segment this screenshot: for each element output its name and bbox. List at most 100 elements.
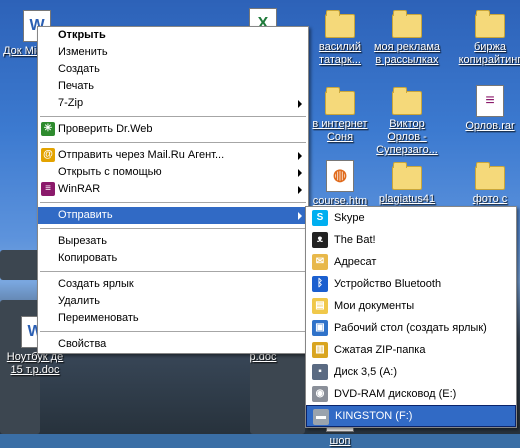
desktop-icon-firefox[interactable]: ◍ course.htm [305, 160, 375, 208]
winrar-icon: ≡ [41, 182, 55, 196]
desktop-icon-label: Орлов.rar [465, 120, 515, 132]
desktop-icon-folder[interactable]: фото с [455, 160, 520, 206]
desktop-icon-folder[interactable]: в интернет Соня [305, 85, 375, 144]
bluetooth-icon: ᛒ [312, 276, 328, 292]
dvd-drive-icon: ◉ [312, 386, 328, 402]
usb-drive-icon: ▬ [313, 409, 329, 425]
desktop-icon-rar[interactable]: ≡ Орлов.rar [455, 85, 520, 133]
send-to-item-dvd-ram-дисковод-e[interactable]: ◉ DVD-RAM дисковод (E:) [306, 383, 516, 405]
menu-item-label: Отправить через Mail.Ru Агент... [58, 149, 225, 161]
drweb-icon: ✳ [41, 122, 55, 136]
submenu-arrow-icon [298, 212, 302, 220]
desktop-icon-label: plagiatus41 [378, 193, 436, 205]
send-to-item-kingston-f[interactable]: ▬ KINGSTON (F:) [306, 405, 516, 427]
folder-icon [325, 10, 355, 38]
desktop-icon-label: моя реклама в рассылках [373, 41, 441, 66]
menu-item-label: Мои документы [334, 300, 415, 312]
context-menu-item-открыть[interactable]: Открыть [38, 27, 308, 44]
skype-icon: S [312, 210, 328, 226]
send-to-item-адресат[interactable]: ✉ Адресат [306, 251, 516, 273]
send-to-item-the-bat[interactable]: ᴥ The Bat! [306, 229, 516, 251]
context-menu: Открыть Изменить Создать Печать 7-Zip ✳ Провер… [37, 26, 309, 354]
send-to-item-мои-документы[interactable]: ▤ Мои документы [306, 295, 516, 317]
menu-separator [40, 116, 306, 117]
menu-item-label: Проверить Dr.Web [58, 123, 153, 135]
desktop-icon-folder[interactable]: plagiatus41 [372, 160, 442, 206]
submenu-arrow-icon [298, 100, 302, 108]
menu-item-label: Открыть [58, 29, 106, 41]
menu-item-label: Отправить [58, 209, 113, 221]
menu-item-label: Вырезать [58, 235, 107, 247]
desktop-icon-folder[interactable]: биржа копирайтинг [455, 8, 520, 67]
menu-item-label: KINGSTON (F:) [335, 410, 413, 422]
send-to-item-сжатая-zip-папка[interactable]: ▥ Сжатая ZIP-папка [306, 339, 516, 361]
menu-item-label: DVD-RAM дисковод (E:) [334, 388, 457, 400]
folder-icon [475, 10, 505, 38]
menu-item-label: Открыть с помощью [58, 166, 162, 178]
menu-item-label: 7-Zip [58, 97, 84, 109]
context-menu-item-отправить[interactable]: Отправить [38, 207, 308, 224]
floppy-icon: ▪ [312, 364, 328, 380]
context-menu-item-изменить[interactable]: Изменить [38, 44, 308, 61]
context-menu-item-winrar[interactable]: ≡ WinRAR [38, 181, 308, 198]
desktop-icon-label: Виктор Орлов - Суперзаго... [376, 118, 438, 156]
context-menu-item-удалить[interactable]: Удалить [38, 293, 308, 310]
menu-separator [40, 271, 306, 272]
context-menu-item-копировать[interactable]: Копировать [38, 250, 308, 267]
submenu-arrow-icon [298, 186, 302, 194]
menu-item-label: Создать ярлык [58, 278, 134, 290]
context-menu-item-свойства[interactable]: Свойства [38, 336, 308, 353]
desktop-icon-label: Ноутбук де 15 т.р.doc [6, 351, 64, 376]
context-menu-item-создать[interactable]: Создать [38, 61, 308, 78]
context-menu-item-7-zip[interactable]: 7-Zip [38, 95, 308, 112]
desktop-icon-label: шоп [329, 435, 351, 447]
menu-item-label: Изменить [58, 46, 108, 58]
menu-item-label: Переименовать [58, 312, 139, 324]
context-menu-item-печать[interactable]: Печать [38, 78, 308, 95]
firefox-file-icon: ◍ [326, 160, 354, 192]
menu-item-label: Сжатая ZIP-папка [334, 344, 426, 356]
folder-icon [392, 10, 422, 38]
menu-item-label: Устройство Bluetooth [334, 278, 442, 290]
menu-item-label: The Bat! [334, 234, 376, 246]
menu-separator [40, 142, 306, 143]
send-to-item-диск-3-5-a[interactable]: ▪ Диск 3,5 (A:) [306, 361, 516, 383]
folder-icon [325, 87, 355, 115]
desktop-icon-label: в интернет Соня [312, 118, 368, 143]
context-menu-item-создать-ярлык[interactable]: Создать ярлык [38, 276, 308, 293]
context-menu-item-проверить-dr-web[interactable]: ✳ Проверить Dr.Web [38, 121, 308, 138]
context-menu-item-открыть-с-помощью[interactable]: Открыть с помощью [38, 164, 308, 181]
desktop-icon-folder[interactable]: василий татарк... [305, 8, 375, 67]
addressee-icon: ✉ [312, 254, 328, 270]
desktop-icon-label: фото с [472, 193, 508, 205]
my-documents-icon: ▤ [312, 298, 328, 314]
folder-icon [392, 162, 422, 190]
desktop-icon-label: василий татарк... [318, 41, 362, 66]
send-to-submenu: S Skype ᴥ The Bat! ✉ Адресат ᛒ Устройство Bluet… [305, 206, 517, 428]
the-bat-icon: ᴥ [312, 232, 328, 248]
menu-item-label: Печать [58, 80, 95, 92]
submenu-arrow-icon [298, 169, 302, 177]
send-to-item-рабочий-стол-создать-ярлык[interactable]: ▣ Рабочий стол (создать ярлык) [306, 317, 516, 339]
menu-separator [40, 228, 306, 229]
rar-file-icon: ≡ [476, 85, 504, 117]
context-menu-item-переименовать[interactable]: Переименовать [38, 310, 308, 327]
send-to-item-устройство-bluetooth[interactable]: ᛒ Устройство Bluetooth [306, 273, 516, 295]
folder-icon [475, 162, 505, 190]
menu-item-label: Диск 3,5 (A:) [334, 366, 398, 378]
menu-item-label: Рабочий стол (создать ярлык) [334, 322, 487, 334]
menu-item-label: Свойства [58, 338, 107, 350]
context-menu-item-вырезать[interactable]: Вырезать [38, 233, 308, 250]
desktop-icon-folder[interactable]: Виктор Орлов - Суперзаго... [372, 85, 442, 157]
desktop-icon-folder[interactable]: моя реклама в рассылках [372, 8, 442, 67]
menu-item-label: Удалить [58, 295, 100, 307]
submenu-arrow-icon [298, 152, 302, 160]
mailru-agent-icon: @ [41, 148, 55, 162]
menu-separator [40, 331, 306, 332]
zip-folder-icon: ▥ [312, 342, 328, 358]
context-menu-item-отправить-через-mail-ru-агент[interactable]: @ Отправить через Mail.Ru Агент... [38, 147, 308, 164]
menu-item-label: Копировать [58, 252, 118, 264]
send-to-item-skype[interactable]: S Skype [306, 207, 516, 229]
desktop-shortcut-icon: ▣ [312, 320, 328, 336]
menu-item-label: WinRAR [58, 183, 101, 195]
